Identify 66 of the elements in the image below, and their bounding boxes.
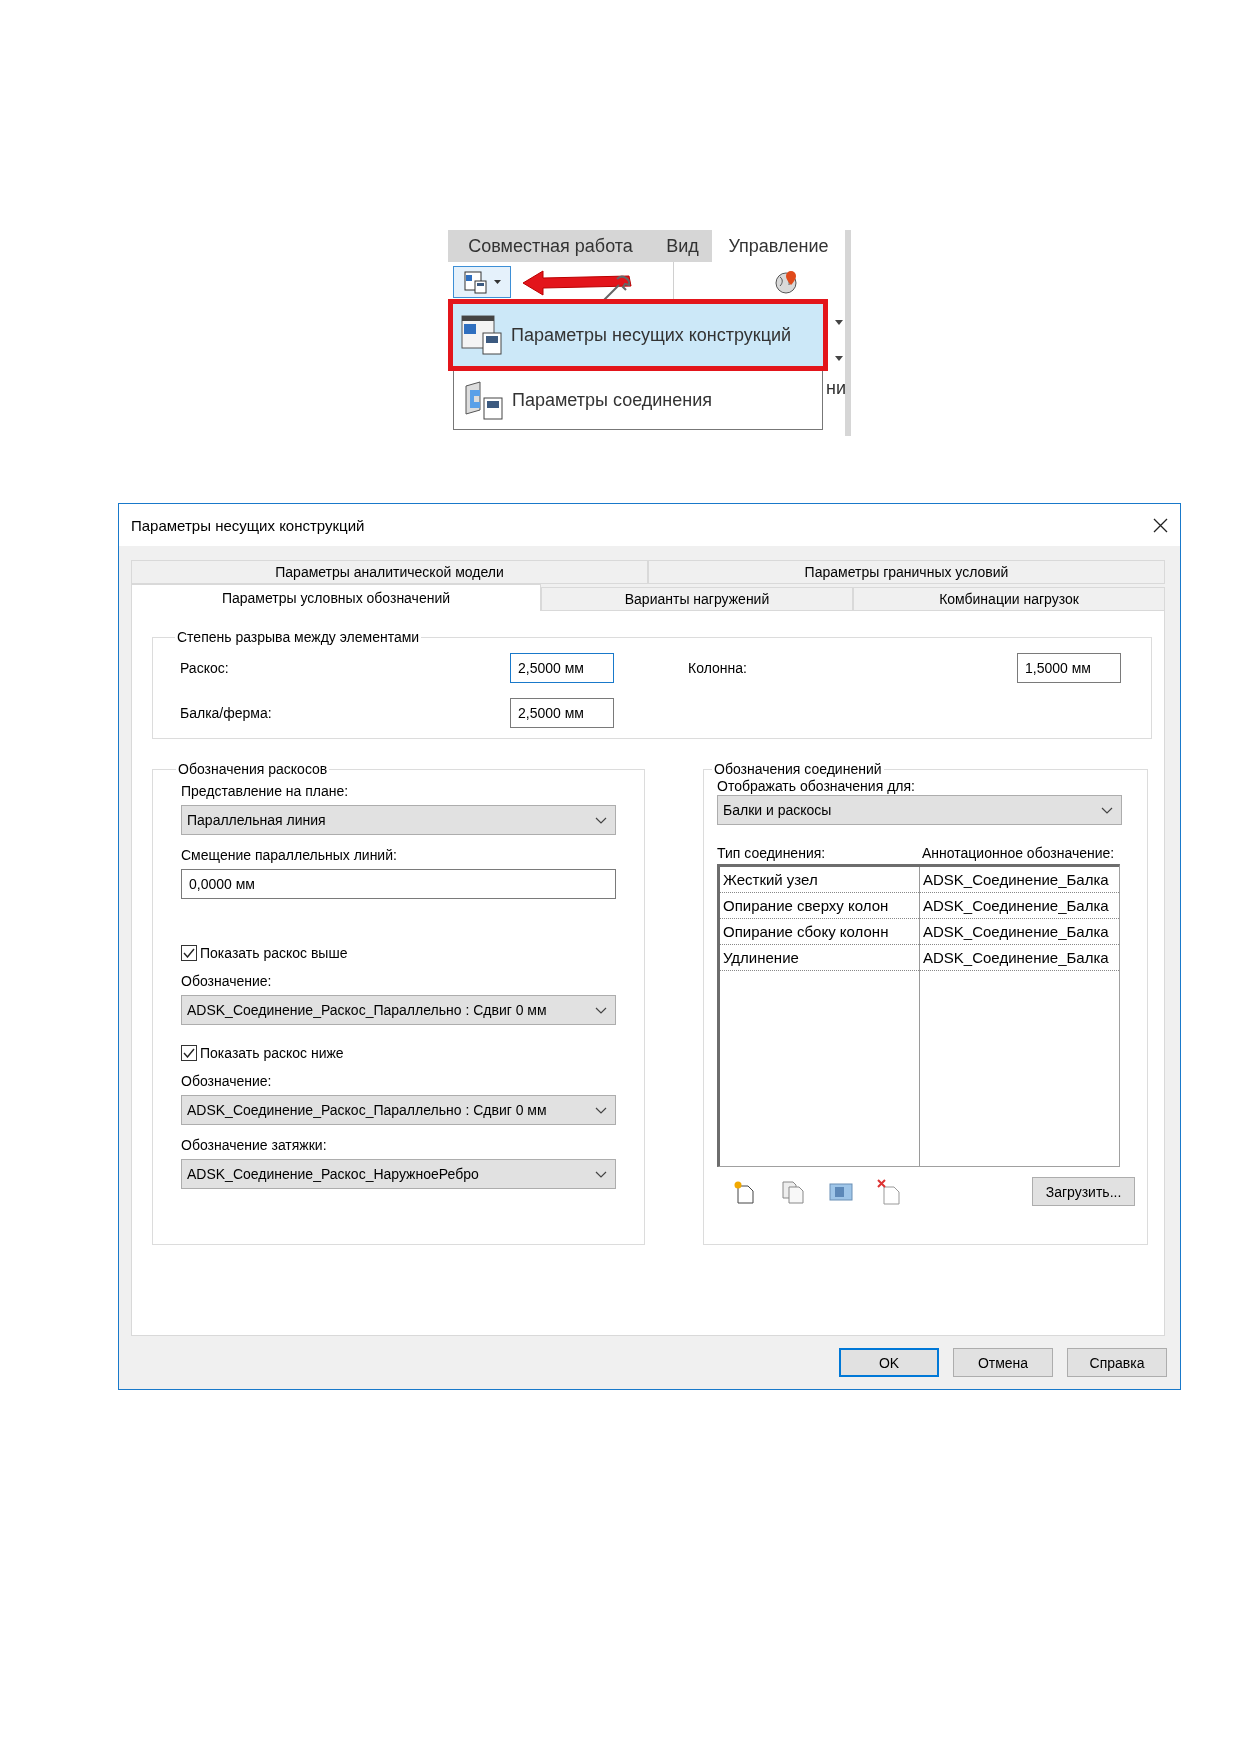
dialog-tab[interactable]: Варианты нагружений (541, 587, 853, 611)
group-title: Обозначения соединений (713, 761, 883, 777)
dropdown-field[interactable]: ADSK_Соединение_Раскос_Параллельно : Сдвиг 0 мм (181, 1095, 616, 1125)
chevron-down-icon (595, 1106, 607, 1114)
window-settings-icon (461, 315, 503, 355)
table-cell[interactable]: Опирание сверху колон (720, 893, 919, 918)
close-icon[interactable] (1153, 517, 1168, 533)
dialog-tab[interactable]: Параметры аналитической модели (131, 560, 648, 584)
checkbox[interactable] (181, 1045, 197, 1061)
dialog-button[interactable]: Справка (1067, 1348, 1167, 1377)
menu-item[interactable]: Параметры несущих конструкций (448, 299, 828, 371)
table-cell[interactable]: ADSK_Соединение_Балка (919, 867, 1118, 892)
input-field[interactable]: 0,0000 мм (181, 869, 616, 899)
dropdown-field[interactable]: ADSK_Соединение_Раскос_Параллельно : Сдвиг 0 мм (181, 995, 616, 1025)
new-document-icon[interactable] (733, 1179, 755, 1204)
chevron-down-icon (595, 816, 607, 824)
delete-document-icon[interactable] (877, 1178, 901, 1205)
field-label: Отображать обозначения для: (717, 778, 915, 794)
input-field[interactable]: 2,5000 мм (510, 653, 614, 683)
table-cell[interactable]: Удлинение (720, 945, 919, 970)
field-label: Колонна: (688, 660, 748, 676)
table-cell[interactable]: ADSK_Соединение_Балка (919, 919, 1118, 944)
ribbon-label: ни (826, 378, 846, 399)
checkbox-label[interactable]: Показать раскос выше (181, 945, 616, 961)
dropdown-field[interactable]: Балки и раскосы (717, 795, 1122, 825)
caret-icon (493, 280, 501, 284)
table-cell[interactable]: Жесткий узел (720, 867, 919, 892)
dropdown-field[interactable]: ADSK_Соединение_Раскос_НаружноеРебро (181, 1159, 616, 1189)
field-label: Смещение параллельных линий: (181, 847, 398, 863)
dialog-tab[interactable]: Параметры граничных условий (648, 560, 1165, 584)
field-label: Обозначение затяжки: (181, 1137, 328, 1153)
field-label: Раскос: (180, 660, 230, 676)
input-field[interactable]: 2,5000 мм (510, 698, 614, 728)
caret-icon (835, 356, 843, 361)
window-settings-icon (463, 270, 488, 294)
image-icon[interactable] (829, 1181, 853, 1202)
chevron-down-icon (1101, 806, 1113, 814)
table-cell[interactable]: Опирание сбоку колонн (720, 919, 919, 944)
arrow-icon (521, 268, 633, 296)
ribbon-tab[interactable]: Управление (712, 230, 845, 262)
field-label: Обозначение: (181, 1073, 273, 1089)
group-title: Степень разрыва между элементами (176, 629, 421, 645)
caret-icon (835, 320, 843, 325)
field-label: Балка/ферма: (180, 705, 273, 721)
dialog-tab[interactable]: Параметры условных обозначений (131, 584, 541, 611)
column-header: Тип соединения: (717, 845, 827, 861)
table-cell[interactable]: ADSK_Соединение_Балка (919, 945, 1118, 970)
group-title: Обозначения раскосов (177, 761, 329, 777)
dialog-button[interactable]: OK (839, 1348, 939, 1377)
chevron-down-icon (595, 1170, 607, 1178)
checkbox-label[interactable]: Показать раскос ниже (181, 1045, 616, 1061)
table-cell[interactable]: ADSK_Соединение_Балка (919, 893, 1118, 918)
chevron-down-icon (595, 1006, 607, 1014)
load-button[interactable]: Загрузить... (1032, 1177, 1135, 1206)
dialog-button[interactable]: Отмена (953, 1348, 1053, 1377)
dropdown-field[interactable]: Параллельная линия (181, 805, 616, 835)
settings-dropdown-button[interactable] (453, 266, 511, 298)
field-label: Обозначение: (181, 973, 273, 989)
window-title: Параметры несущих конструкций (131, 516, 365, 534)
field-label: Представление на плане: (181, 783, 350, 799)
column-header: Аннотационное обозначение: (922, 845, 1116, 861)
dialog-tab[interactable]: Комбинации нагрузок (853, 587, 1165, 611)
checkbox[interactable] (181, 945, 197, 961)
connection-settings-icon (462, 380, 504, 420)
input-field[interactable]: 1,5000 мм (1017, 653, 1121, 683)
globe-pin-icon (774, 269, 800, 295)
